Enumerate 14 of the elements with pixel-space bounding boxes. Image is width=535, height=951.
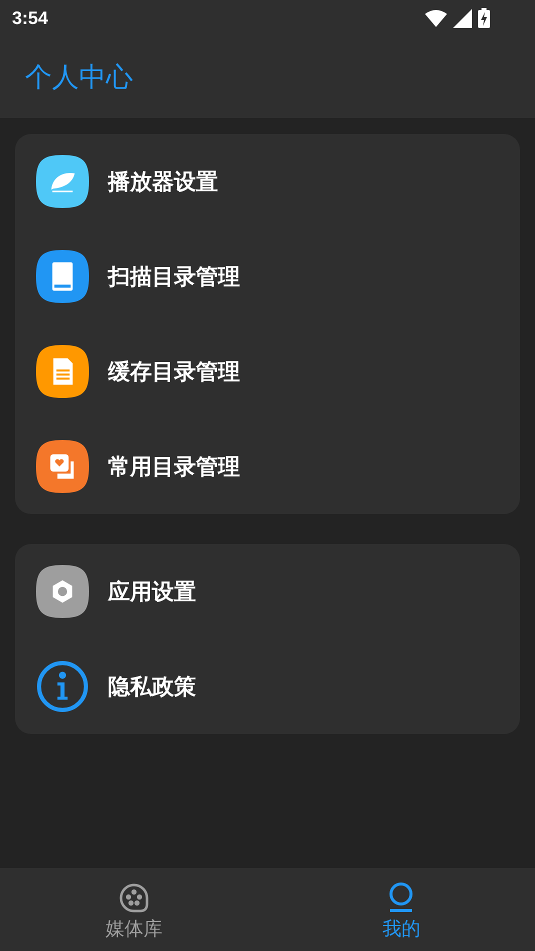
menu-item[interactable]: 缓存目录管理 [15,324,520,419]
menu-item[interactable]: 扫描目录管理 [15,229,520,324]
film-reel-icon [118,882,150,914]
wifi-icon [425,9,447,27]
nav-tab[interactable]: 媒体库 [0,868,268,951]
battery-charging-icon [478,8,490,28]
signal-icon [453,8,472,28]
menu-item[interactable]: 隐私政策 [15,639,520,734]
menu-item[interactable]: 播放器设置 [15,134,520,229]
status-time: 3:54 [12,8,48,28]
menu-item[interactable]: 常用目录管理 [15,419,520,514]
nav-tab[interactable]: 我的 [268,868,535,951]
page-title: 个人中心 [25,61,133,95]
menu-item[interactable]: 应用设置 [15,544,520,639]
